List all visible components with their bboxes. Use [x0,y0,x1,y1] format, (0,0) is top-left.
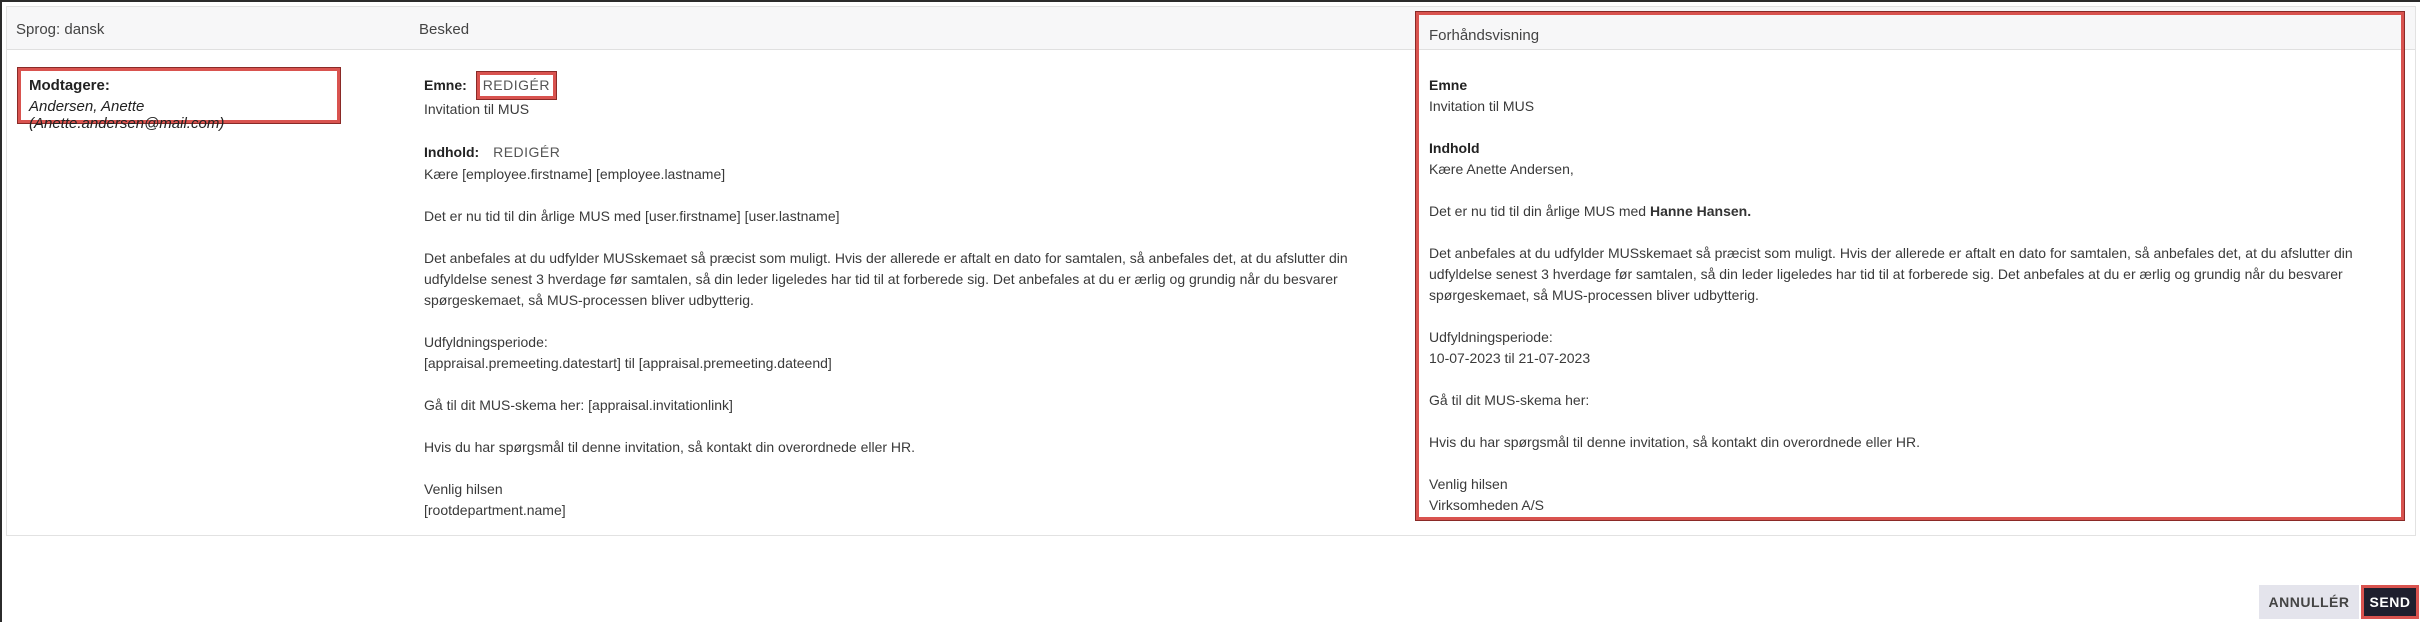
send-button[interactable]: SEND [2361,585,2419,619]
preview-user-name: Hanne Hansen. [1649,203,1752,219]
edit-content-button[interactable]: REDIGÉR [489,141,564,164]
message-template: Emne: REDIGÉR Invitation til MUS Indhold… [424,72,1409,521]
language-header: Sprog: dansk [16,21,105,38]
preview-panel: Forhåndsvisning Emne Invitation til MUS … [1416,12,2404,520]
template-line: Venlig hilsen [424,481,503,497]
preview-line: spørgeskemaet, så MUS-processen bliver u… [1429,287,1759,303]
template-line: Gå til dit MUS-skema her: [appraisal.inv… [424,397,733,413]
preview-line: Kære Anette Andersen, [1429,159,2399,180]
window-top-edge [0,0,2420,2]
message-header: Besked [419,21,470,38]
preview-text: , [1569,161,1574,177]
preview-line: Udfyldningsperiode: [1429,329,1553,345]
template-line: udfyldelse senest 3 hverdage før samtale… [424,271,1338,287]
preview-subject-label: Emne [1429,77,1468,93]
preview-line: Hvis du har spørgsmål til denne invitati… [1429,434,1921,450]
preview-subject-value: Invitation til MUS [1429,98,1535,114]
preview-line: Virksomheden A/S [1429,497,1544,513]
edit-subject-button[interactable]: REDIGÉR [476,72,556,99]
content-label: Indhold: [424,144,480,160]
template-line: Det er nu tid til din årlige MUS med [us… [424,208,840,224]
preview-line: udfyldelse senest 3 hverdage før samtale… [1429,266,2343,282]
template-line: [rootdepartment.name] [424,502,566,518]
preview-line: Det er nu tid til din årlige MUS med Han… [1429,201,2399,222]
template-line: spørgeskemaet, så MUS-processen bliver u… [424,292,754,308]
recipients-label: Modtagere: [29,77,110,94]
preview-header: Forhåndsvisning [1429,27,1540,44]
preview-line: 10-07-2023 til 21-07-2023 [1429,350,1591,366]
template-line: Udfyldningsperiode: [424,334,548,350]
recipients-box: Modtagere: Andersen, Anette (Anette.ande… [18,68,340,132]
preview-text: Kære [1429,161,1467,177]
subject-label: Emne: [424,77,467,93]
template-line: [appraisal.premeeting.datestart] til [ap… [424,355,832,371]
preview-line: Det anbefales at du udfylder MUSskemaet … [1429,245,2353,261]
preview-line: Gå til dit MUS-skema her: [1429,392,1590,408]
preview-content-label: Indhold [1429,140,1480,156]
subject-value: Invitation til MUS [424,101,530,117]
recipient-item: Andersen, Anette (Anette.andersen@mail.c… [29,98,225,132]
preview-body: Emne Invitation til MUS Indhold Kære Ane… [1429,75,2399,516]
template-line: Hvis du har spørgsmål til denne invitati… [424,439,916,455]
template-line: Det anbefales at du udfylder MUSskemaet … [424,250,1348,266]
preview-employee-name: Anette Andersen [1466,161,1570,177]
cancel-button[interactable]: ANNULLÉR [2259,585,2359,619]
preview-text: Det er nu tid til din årlige MUS med [1429,203,1650,219]
template-line: Kære [employee.firstname] [employee.last… [424,166,726,182]
preview-line: Venlig hilsen [1429,476,1508,492]
window-left-edge [0,0,2,622]
